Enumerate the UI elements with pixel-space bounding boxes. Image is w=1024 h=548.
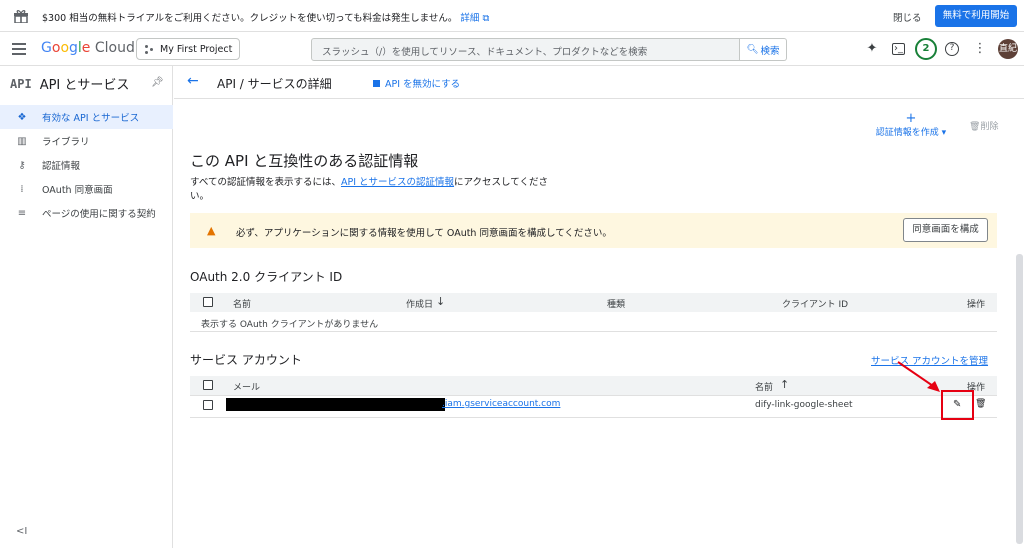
service-accounts-table: メール 名前 ↑ 操作 dify-link-google-sheet	[190, 376, 997, 418]
page-title: API / サービスの詳細	[217, 77, 332, 91]
create-credentials-button[interactable]: + 認証情報を作成 ▾	[866, 111, 956, 138]
configure-consent-button[interactable]: 同意画面を構成	[903, 218, 988, 242]
close-banner-button[interactable]: 閉じる	[893, 10, 922, 24]
table-header	[190, 293, 997, 312]
annotation-arrow	[897, 361, 940, 392]
help-icon[interactable]: ?	[945, 42, 959, 56]
delete-button[interactable]: 🗑︎削除	[969, 119, 998, 132]
menu-icon[interactable]	[12, 43, 26, 55]
column-email[interactable]: メール	[233, 380, 260, 393]
sidebar-item-credentials[interactable]: ⚷ 認証情報	[0, 153, 173, 177]
sidebar-item-label: ページの使用に関する契約	[42, 209, 156, 220]
api-icon: API	[10, 76, 32, 91]
collapse-sidebar-icon[interactable]: <I	[16, 526, 27, 537]
oauth-heading: OAuth 2.0 クライアント ID	[190, 270, 343, 284]
credentials-link[interactable]: API とサービスの認証情報	[341, 177, 454, 188]
page-header: ← API / サービスの詳細 API を無効にする	[174, 66, 1024, 99]
description: すべての認証情報を表示するには、API とサービスの認証情報にアクセスしてくださ…	[190, 177, 548, 202]
start-trial-button[interactable]: 無料で利用開始	[935, 5, 1017, 27]
table-header	[190, 376, 997, 395]
library-icon: ▥	[17, 135, 27, 147]
project-name: My First Project	[160, 43, 233, 55]
google-cloud-logo[interactable]: Google Cloud	[41, 40, 135, 56]
select-all-checkbox[interactable]	[203, 297, 213, 307]
column-type: 種類	[607, 300, 626, 310]
edit-icon[interactable]: ✎	[953, 399, 961, 410]
row-checkbox[interactable]	[203, 400, 213, 410]
pin-icon[interactable]: 📌︎	[151, 77, 164, 88]
warning-banner: ▲ 必ず、アプリケーションに関する情報を使用して OAuth 同意画面を構成して…	[190, 213, 997, 248]
sidebar-header: API API とサービス	[10, 74, 130, 94]
back-arrow-icon[interactable]: ←	[187, 73, 199, 89]
diamond-icon: ❖	[17, 111, 27, 123]
sort-down-icon[interactable]: ↓	[436, 295, 445, 308]
sidebar-item-label: 認証情報	[42, 161, 81, 172]
more-vert-icon[interactable]: ⋮	[972, 41, 988, 57]
main-content: ← API / サービスの詳細 API を無効にする + 認証情報を作成 ▾ 🗑…	[174, 66, 1024, 548]
disable-api-label: API を無効にする	[385, 79, 461, 90]
sidebar-item-library[interactable]: ▥ ライブラリ	[0, 129, 173, 153]
key-icon: ⚷	[18, 159, 26, 171]
sidebar: API API とサービス 📌︎ ❖ 有効な API とサービス ▥ ライブラリ…	[0, 66, 173, 548]
sidebar-item-enabled-apis[interactable]: ❖ 有効な API とサービス	[0, 105, 173, 129]
top-bar: Google Cloud My First Project スラッシュ（/）を使…	[0, 32, 1024, 66]
oauth-table: 名前 作成日 ↓ 種類 クライアント ID 操作 表示する OAuth クライア…	[190, 293, 997, 333]
terminal-icon[interactable]: ›_	[892, 43, 905, 55]
project-icon	[145, 44, 154, 54]
sidebar-item-oauth-consent[interactable]: ⁞ OAuth 同意画面	[0, 177, 173, 201]
trash-icon: 🗑︎	[969, 122, 981, 132]
disable-api-button[interactable]: API を無効にする	[373, 76, 460, 90]
avatar[interactable]: 直紀	[998, 39, 1018, 59]
service-account-email-link[interactable]: .iam.gserviceaccount.com	[442, 399, 560, 409]
sidebar-item-page-usage[interactable]: ≡ ページの使用に関する契約	[0, 201, 173, 225]
service-account-name: dify-link-google-sheet	[755, 400, 853, 410]
consent-icon: ⁞	[20, 183, 24, 195]
plus-icon: +	[905, 111, 917, 126]
select-all-checkbox[interactable]	[203, 380, 213, 390]
sidebar-title: API とサービス	[39, 78, 130, 93]
gemini-icon[interactable]: ✦	[864, 41, 880, 57]
banner-message: $300 相当の無料トライアルをご利用ください。クレジットを使い切っても料金は発…	[42, 13, 490, 24]
search-button-label: 検索	[760, 45, 780, 57]
column-client-id: クライアント ID	[782, 300, 849, 310]
search-input[interactable]: スラッシュ（/）を使用してリソース、ドキュメント、プロダクトなどを検索	[311, 38, 740, 61]
trial-banner: $300 相当の無料トライアルをご利用ください。クレジットを使い切っても料金は発…	[0, 0, 1024, 32]
delete-row-icon[interactable]: 🗑︎	[975, 399, 986, 409]
stop-icon	[373, 79, 380, 87]
sidebar-item-label: OAuth 同意画面	[42, 185, 113, 196]
column-created[interactable]: 作成日	[406, 297, 433, 310]
column-name[interactable]: 名前	[755, 380, 773, 393]
search-button[interactable]: 🔍︎ 検索	[740, 38, 787, 61]
compat-heading: この API と互換性のある認証情報	[190, 152, 419, 170]
details-link[interactable]: 詳細 ⧉	[460, 13, 489, 24]
dropdown-icon: ▾	[941, 128, 947, 138]
gift-icon	[14, 10, 28, 23]
empty-message: 表示する OAuth クライアントがありません	[201, 320, 379, 330]
service-accounts-heading: サービス アカウント	[190, 353, 302, 367]
project-selector[interactable]: My First Project	[136, 38, 240, 60]
settings-list-icon: ≡	[17, 207, 27, 219]
sort-up-icon[interactable]: ↑	[780, 378, 789, 391]
sidebar-item-label: 有効な API とサービス	[42, 113, 140, 124]
create-credentials-label: 認証情報を作成	[875, 128, 939, 138]
scrollbar[interactable]	[1016, 254, 1023, 544]
search-icon: 🔍︎	[746, 44, 759, 55]
warning-icon: ▲	[207, 224, 216, 237]
sidebar-item-label: ライブラリ	[42, 137, 90, 148]
warning-text: 必ず、アプリケーションに関する情報を使用して OAuth 同意画面を構成してくだ…	[236, 228, 612, 239]
column-actions: 操作	[967, 300, 986, 310]
column-name[interactable]: 名前	[233, 297, 251, 310]
notifications-badge[interactable]: 2	[915, 38, 937, 60]
redacted-email	[226, 398, 445, 411]
